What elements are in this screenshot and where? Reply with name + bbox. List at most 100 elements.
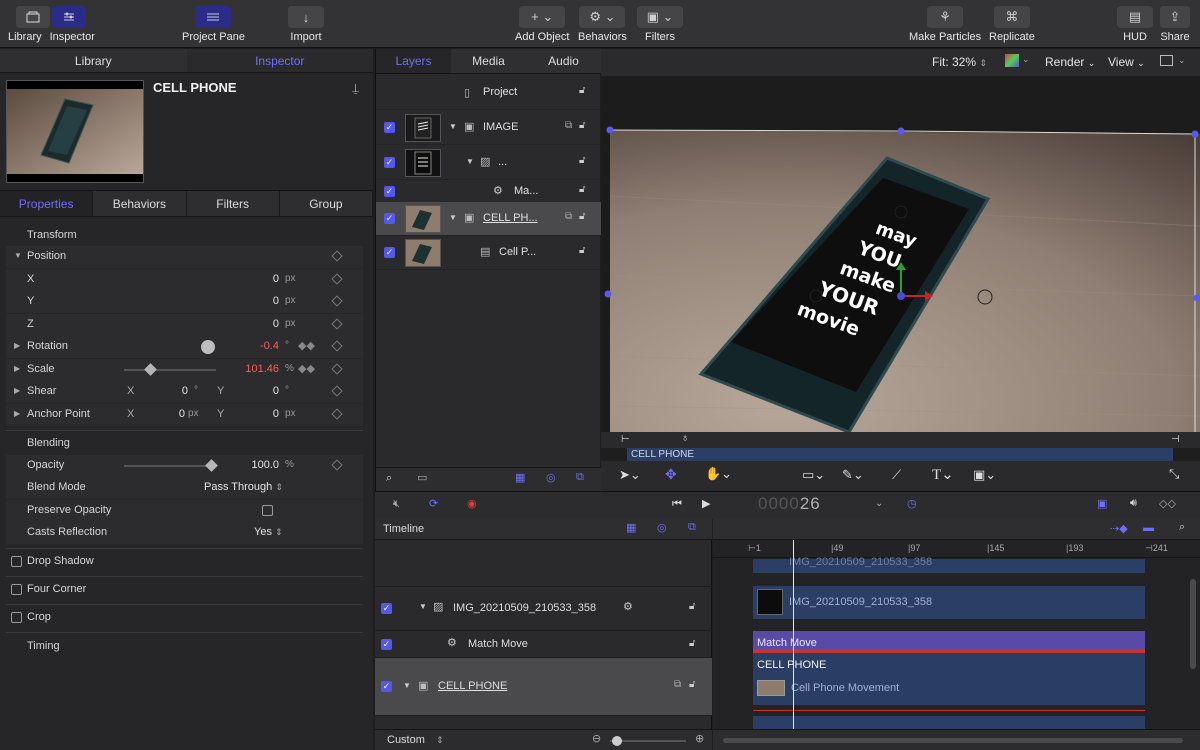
layer-checkbox[interactable]: ✓ (384, 213, 395, 224)
tab-group[interactable]: Group (280, 191, 373, 216)
preserve-opacity-row[interactable]: Preserve Opacity (6, 500, 363, 522)
zoom-out-icon[interactable]: ⊖ (592, 732, 601, 745)
shear-row[interactable]: ▶ Shear X 0 ° Y 0 ° (6, 381, 363, 403)
keyframe-icon[interactable] (331, 459, 343, 471)
keyframe-icon[interactable] (331, 385, 343, 397)
layer-checkbox[interactable]: ✓ (381, 603, 392, 614)
y-value[interactable]: 0 (246, 295, 279, 307)
timing-heading[interactable]: Timing (27, 640, 60, 652)
disclosure-open-icon[interactable]: ▼ (14, 251, 22, 260)
four-corner-checkbox[interactable] (11, 584, 22, 595)
lock-icon[interactable]: 🔓︎ (689, 601, 695, 612)
gear-icon[interactable]: ⚙ (623, 600, 633, 613)
drop-shadow-checkbox[interactable] (11, 556, 22, 567)
keyframe-editor-icon[interactable]: ◇◇ (1159, 497, 1176, 510)
keyframe-icon[interactable] (331, 318, 343, 330)
play-icon[interactable]: ▶ (702, 497, 710, 510)
disclosure-closed-icon[interactable]: ▶ (14, 341, 20, 350)
casts-reflection-row[interactable]: Casts Reflection Yes ⇕ (6, 522, 363, 544)
go-to-start-icon[interactable]: ⏮︎ (672, 498, 682, 511)
anchor-handle[interactable] (897, 292, 905, 300)
vertical-scrollbar[interactable] (1190, 579, 1196, 669)
import-button[interactable]: ↓ Import (288, 6, 324, 44)
filters-button[interactable]: ▣ ⌄ Filters (637, 6, 683, 44)
opacity-row[interactable]: Opacity 100.0 % (6, 455, 363, 477)
crop-checkbox[interactable] (11, 612, 22, 623)
shear-y-value[interactable]: 0 (246, 385, 279, 397)
lock-icon[interactable]: 🔓︎ (579, 211, 585, 222)
lock-icon[interactable]: 🔓︎ (579, 155, 585, 166)
adjust-3d-tool-icon[interactable]: ✥ (665, 466, 677, 483)
behaviors-button[interactable]: ⚙ ⌄ Behaviors (578, 6, 627, 44)
layer-row-cell-phone[interactable]: ✓ ▼ ▣ CELL PH... ⧉ 🔓︎ (376, 202, 601, 236)
color-channels-icon[interactable] (1005, 54, 1019, 67)
grid-icon[interactable]: ▦ (626, 521, 636, 534)
tab-media[interactable]: Media (451, 49, 526, 73)
chevron-down-icon[interactable]: ⌄ (1178, 55, 1186, 66)
tab-library[interactable]: Library (0, 49, 187, 72)
disclosure-closed-icon[interactable]: ▶ (14, 409, 20, 418)
disclosure-open-icon[interactable]: ▼ (403, 681, 411, 690)
disclosure-open-icon[interactable]: ▼ (466, 157, 474, 166)
make-particles-button[interactable]: ⚘ Make Particles (909, 6, 981, 44)
layer-row-image[interactable]: ✓ ▼ ▣ IMAGE ⧉ 🔓︎ (376, 111, 601, 145)
replicate-button[interactable]: ⌘ Replicate (989, 6, 1035, 44)
anchor-x-value[interactable]: 0 (156, 408, 185, 420)
playhead-icon[interactable]: ♁ (681, 432, 689, 444)
timecode-format-chevron-icon[interactable]: ⌄ (875, 498, 883, 509)
mute-icon[interactable]: 🔇︎ (393, 498, 400, 511)
tab-behaviors[interactable]: Behaviors (93, 191, 187, 216)
drop-shadow-row[interactable]: Drop Shadow (0, 549, 363, 575)
scale-slider[interactable] (124, 369, 216, 371)
clip-bar-top[interactable]: IMG_20210509_210533_358 (753, 556, 1145, 573)
anchor-y-value[interactable]: 0 (246, 408, 279, 420)
position-z-row[interactable]: Z 0 px (6, 314, 363, 336)
zoom-in-icon[interactable]: ⊕ (695, 732, 704, 745)
scale-slider-knob[interactable] (144, 363, 157, 376)
scale-value[interactable]: 101.46 (229, 363, 279, 375)
layer-checkbox[interactable]: ✓ (381, 639, 392, 650)
keyframe-icon[interactable] (331, 273, 343, 285)
select-tool-icon[interactable]: ➤⌄ (619, 467, 641, 483)
blend-mode-select[interactable]: Pass Through ⇕ (204, 481, 283, 493)
filters-toggle-icon[interactable]: ⧉ (576, 471, 584, 484)
rotation-dial[interactable] (201, 340, 215, 354)
crop-row[interactable]: Crop (0, 605, 363, 631)
timeline-row-cell-phone[interactable]: ✓ ▼ ▣ CELL PHONE ⧉ 🔓︎ (375, 658, 712, 716)
layer-checkbox[interactable]: ✓ (384, 247, 395, 258)
disclosure-open-icon[interactable]: ▼ (449, 213, 457, 222)
shear-x-value[interactable]: 0 (156, 385, 188, 397)
lock-icon[interactable]: 🔓︎ (689, 679, 695, 690)
keyframe-nav-icon[interactable]: ◆◆ (298, 339, 315, 352)
text-tool-icon[interactable]: T⌄ (932, 465, 954, 484)
timecode-display[interactable]: 000026 (758, 494, 821, 514)
layer-row-project[interactable]: ▯ Project 🔓︎ (376, 76, 601, 110)
rotation-row[interactable]: ▶ Rotation -0.4 ° ◆◆ (6, 336, 363, 358)
render-menu[interactable]: Render ⌄ (1045, 55, 1095, 69)
library-button[interactable]: Library Inspector (8, 6, 95, 44)
preserve-opacity-checkbox[interactable] (262, 505, 273, 516)
audio-icon[interactable]: 🔊︎ (1130, 497, 1137, 510)
pin-icon[interactable]: ⍊ (352, 81, 359, 96)
position-y-row[interactable]: Y 0 px (6, 291, 363, 313)
keyframe-icon[interactable] (331, 363, 343, 375)
lock-icon[interactable]: 🔓︎ (579, 184, 585, 195)
casts-reflection-select[interactable]: Yes ⇕ (254, 526, 283, 538)
blend-mode-row[interactable]: Blend Mode Pass Through ⇕ (6, 477, 363, 499)
opacity-slider-knob[interactable] (205, 459, 218, 472)
opacity-value[interactable]: 100.0 (234, 459, 279, 471)
timing-icon[interactable]: ◷ (907, 497, 917, 510)
rotation-value[interactable]: -0.4 (234, 340, 279, 352)
layer-checkbox[interactable]: ✓ (384, 122, 395, 133)
mini-timeline-clip[interactable]: CELL PHONE (627, 448, 1173, 461)
timeline-ruler[interactable]: ⊢1 |49 |97 |145 |193 ⊣241 (713, 540, 1200, 558)
layer-checkbox[interactable]: ✓ (384, 157, 395, 168)
lock-icon[interactable]: 🔓︎ (579, 85, 585, 96)
masks-icon[interactable]: ◎ (657, 521, 667, 534)
track-height-select[interactable]: Custom ⇕ (387, 734, 444, 746)
timeline-toggle-icon[interactable]: ▣ (1097, 497, 1107, 510)
layer-row-match-move[interactable]: ✓ ⚙ Ma... 🔓︎ (376, 180, 601, 204)
zoom-slider-knob[interactable] (612, 736, 622, 746)
fit-zoom-select[interactable]: Fit: 32% ⇕ (932, 55, 987, 69)
keyframe-nav-icon[interactable]: ◆◆ (298, 362, 315, 375)
